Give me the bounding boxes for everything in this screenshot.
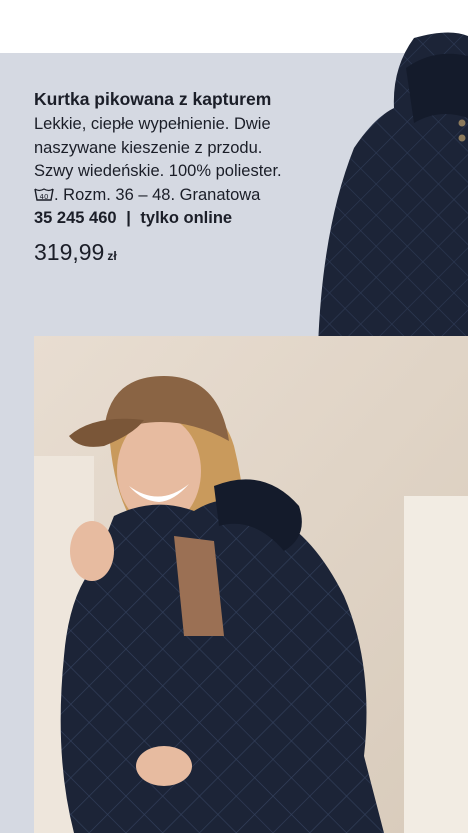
description-line: 40 . Rozm. 36 – 48. Granatowa	[34, 184, 334, 208]
price-currency: zł	[107, 249, 117, 263]
product-info: Kurtka pikowana z kapturem Lekkie, ciepł…	[34, 88, 334, 266]
description-line: Lekkie, ciepłe wypełnienie. Dwie	[34, 115, 271, 133]
product-code: 35 245 460	[34, 209, 117, 227]
product-code-line: 35 245 460 | tylko online	[34, 207, 334, 230]
size-color-info: . Rozm. 36 – 48. Granatowa	[54, 185, 261, 204]
description-line: Szwy wiedeńskie. 100% poliester.	[34, 162, 282, 180]
separator: |	[126, 209, 131, 227]
description-line: naszywane kieszenie z przodu.	[34, 138, 263, 157]
wash-temp: 40	[40, 193, 49, 201]
price-value: 319,99	[34, 239, 105, 265]
product-title: Kurtka pikowana z kapturem	[34, 89, 272, 109]
availability: tylko online	[140, 209, 233, 227]
price: 319,99 zł	[34, 238, 334, 266]
wash-40-icon: 40	[34, 187, 54, 201]
product-description: Lekkie, ciepłe wypełnienie. Dwie naszywa…	[34, 113, 334, 207]
model-photo	[34, 336, 468, 833]
